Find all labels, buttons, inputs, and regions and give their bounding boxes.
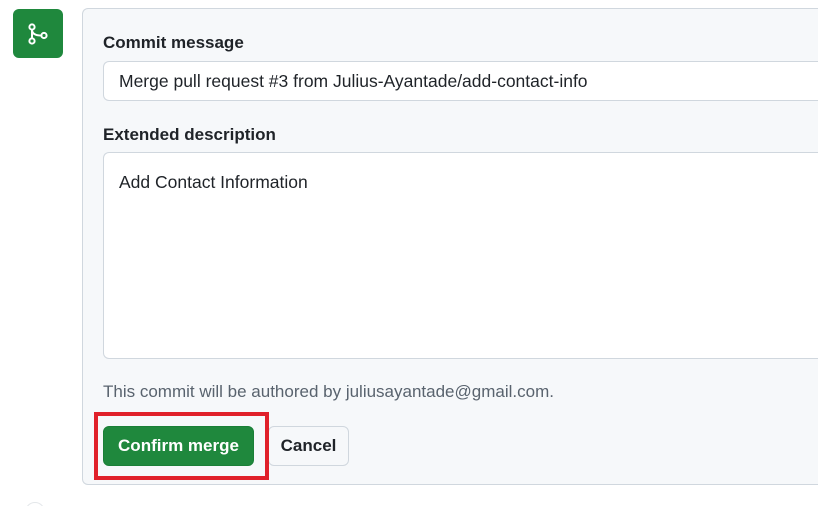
git-merge-icon: [13, 9, 63, 58]
commit-message-input[interactable]: [103, 61, 818, 101]
confirm-merge-highlight: [94, 412, 269, 480]
commit-message-label: Commit message: [103, 33, 244, 52]
commit-author-note: This commit will be authored by juliusay…: [103, 382, 554, 401]
timeline-avatar-edge: [25, 502, 45, 506]
merge-confirmation-page: Commit message Extended description Add …: [0, 0, 818, 506]
extended-description-textarea[interactable]: Add Contact Information: [103, 152, 818, 359]
cancel-button[interactable]: Cancel: [268, 426, 349, 466]
extended-description-label: Extended description: [103, 125, 276, 144]
